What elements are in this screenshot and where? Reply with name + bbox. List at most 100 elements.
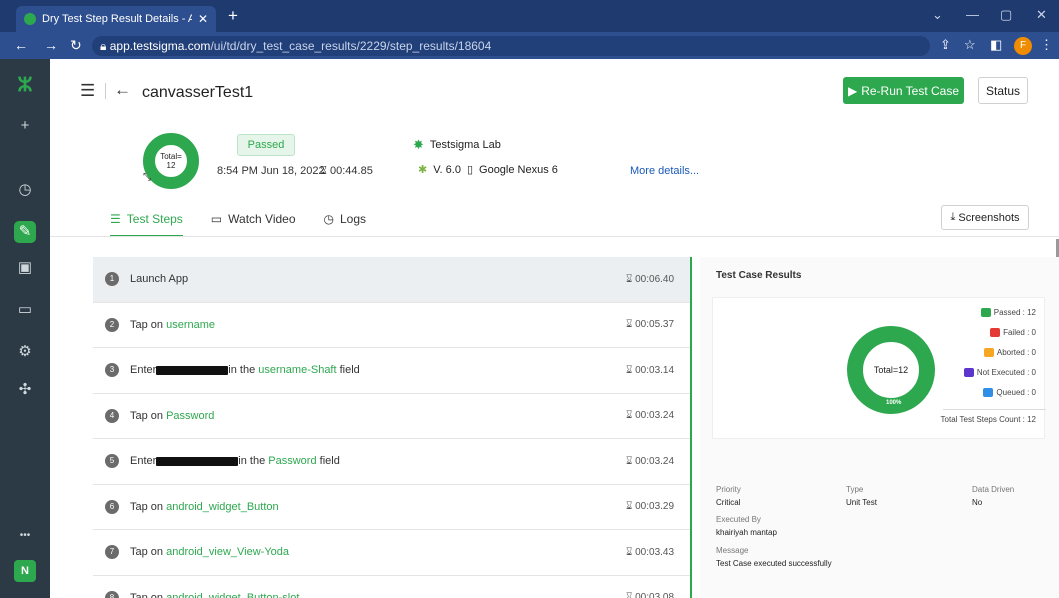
step-element-link[interactable]: username-Shaft	[258, 364, 336, 376]
step-number: 6	[105, 499, 119, 514]
url-input[interactable]: 🔒︎ app.testsigma.com/ui/td/dry_test_case…	[92, 36, 930, 56]
testsigma-logo-icon[interactable]: ⵣ	[14, 75, 36, 97]
legend-swatch	[990, 328, 1001, 337]
passed-percent-label: 100%	[886, 400, 902, 406]
window-close-icon[interactable]: ✕	[1036, 7, 1047, 23]
executed-by-value: khairiyah mantap	[716, 528, 777, 537]
add-icon[interactable]: +	[14, 115, 36, 137]
more-icon[interactable]: •••	[14, 525, 36, 547]
legend-item: Aborted : 0	[983, 348, 1036, 357]
step-action: Tap on	[130, 500, 164, 513]
close-tab-icon[interactable]: ✕	[198, 12, 208, 26]
user-avatar[interactable]: N	[14, 560, 36, 582]
total-steps-count: Total Test Steps Count : 12	[940, 415, 1036, 424]
device-info: ✱ V. 6.0 ▯ Google Nexus 6	[418, 163, 558, 177]
results-panel: Test Case Results Total=12 100% Passed :…	[700, 257, 1059, 598]
step-element-link[interactable]: android_widget_Button-slot	[166, 592, 299, 598]
new-tab-button[interactable]: +	[228, 6, 238, 26]
result-status-badge: Passed	[237, 134, 295, 156]
device-name: Google Nexus 6	[479, 163, 558, 176]
browser-menu-icon[interactable]: ⋮	[1040, 37, 1053, 53]
tab-search-icon[interactable]: ⌄	[932, 7, 943, 23]
step-action: Launch App	[130, 273, 189, 286]
legend-swatch	[983, 348, 994, 357]
hourglass-icon: ⌛︎	[320, 165, 331, 177]
test-step-row[interactable]: 8 Tap on android_widget_Button-slot ⌛︎ 00:…	[93, 576, 690, 598]
step-element-link[interactable]: username	[166, 319, 215, 331]
tab-watch-video-label: Watch Video	[228, 212, 296, 226]
test-step-row[interactable]: 3 Enter in the username-Shaft field ⌛︎ 00:0…	[93, 348, 690, 394]
step-duration: ⌛︎ 00:05.37	[626, 319, 674, 330]
tab-test-steps[interactable]: ☰ Test Steps	[110, 199, 183, 237]
step-duration-value: 00:03.24	[635, 410, 675, 422]
puzzle-icon[interactable]: ✣	[14, 379, 36, 401]
execution-lab: ✸ Testsigma Lab	[413, 137, 501, 153]
legend-item: Not Executed : 0	[963, 368, 1036, 377]
back-arrow-icon[interactable]: ←	[14, 37, 28, 53]
tab-test-steps-label: Test Steps	[126, 212, 183, 226]
tab-watch-video[interactable]: ▭ Watch Video	[211, 199, 296, 237]
step-duration: ⌛︎ 00:03.14	[626, 365, 674, 376]
restore-icon[interactable]: ▢	[1000, 7, 1012, 23]
step-element-link[interactable]: android_widget_Button	[166, 501, 279, 513]
legend-label: Aborted : 0	[996, 348, 1036, 357]
legend-swatch	[963, 368, 974, 377]
step-element-link[interactable]: Password	[166, 410, 214, 422]
browser-tab[interactable]: Dry Test Step Result Details - AI F ✕	[16, 6, 216, 32]
test-development-icon[interactable]: ✎	[14, 221, 36, 243]
reload-icon[interactable]: ↻	[70, 37, 82, 54]
side-panel-icon[interactable]: ◧	[990, 37, 1002, 53]
status-button[interactable]: Status	[978, 77, 1028, 104]
test-step-row[interactable]: 7 Tap on android_view_View-Yoda ⌛︎ 00:03.4…	[93, 530, 690, 576]
rerun-label: Re-Run Test Case	[861, 83, 960, 98]
forward-arrow-icon[interactable]: →	[44, 37, 58, 53]
share-icon[interactable]: ⇪	[940, 37, 951, 53]
step-number: 5	[105, 454, 119, 469]
briefcase-icon[interactable]: ▣	[14, 257, 36, 279]
play-icon: ▶	[847, 83, 858, 98]
screenshots-button[interactable]: ⤓ Screenshots	[941, 205, 1029, 230]
test-steps-list: 1 Launch App ⌛︎ 00:06.40 2 Tap on username ⌛︎…	[93, 257, 692, 598]
step-action: Tap on	[130, 318, 164, 331]
step-element-link[interactable]: android_view_View-Yoda	[166, 546, 289, 558]
profile-avatar[interactable]: F	[1014, 37, 1032, 55]
more-details-link[interactable]: More details...	[630, 165, 699, 177]
test-step-row[interactable]: 4 Tap on Password ⌛︎ 00:03.24	[93, 394, 690, 439]
dashboard-icon[interactable]: ◷	[14, 179, 36, 201]
step-duration: ⌛︎ 00:03.29	[626, 501, 674, 512]
results-title: Test Case Results	[716, 270, 802, 281]
step-element-link[interactable]: Password	[268, 455, 316, 467]
monitor-icon[interactable]: ▭	[14, 299, 36, 321]
step-duration-value: 00:03.29	[635, 501, 675, 513]
step-duration-value: 00:06.40	[635, 273, 675, 285]
url-host: app.testsigma.com	[109, 39, 211, 53]
executed-by-label: Executed By	[716, 515, 761, 524]
priority-label: Priority	[716, 485, 741, 494]
hamburger-menu-icon[interactable]: ☰	[80, 81, 95, 101]
os-version: V. 6.0	[433, 163, 461, 176]
test-step-row[interactable]: 1 Launch App ⌛︎ 00:06.40	[93, 257, 690, 303]
result-tabs: ☰ Test Steps ▭ Watch Video ◷ Logs	[110, 199, 366, 237]
step-action: Tap on	[130, 546, 164, 559]
step-duration-value: 00:03.43	[635, 546, 675, 558]
hourglass-icon: ⌛︎	[626, 364, 636, 376]
step-action: Tap on	[130, 409, 164, 422]
legend-item: Passed : 12	[980, 308, 1036, 317]
screenshots-label: Screenshots	[958, 211, 1020, 224]
test-step-row[interactable]: 2 Tap on username ⌛︎ 00:05.37	[93, 303, 690, 348]
android-icon: ✱	[418, 164, 428, 176]
minimize-icon[interactable]: —	[966, 7, 979, 22]
test-step-row[interactable]: 5 Enter in the Password field ⌛︎ 00:03.24	[93, 439, 690, 485]
tab-logs[interactable]: ◷ Logs	[324, 199, 367, 237]
back-arrow-icon[interactable]: ←	[114, 80, 131, 100]
step-text: field	[319, 455, 340, 468]
hourglass-icon: ⌛︎	[626, 592, 636, 598]
url-path: /ui/td/dry_test_case_results/2229/step_r…	[210, 39, 492, 53]
run-duration: ⌛︎ 00:44.85	[320, 165, 373, 178]
test-step-row[interactable]: 6 Tap on android_widget_Button ⌛︎ 00:03.29	[93, 485, 690, 530]
bookmark-star-icon[interactable]: ☆	[964, 37, 976, 53]
expand-icon[interactable]: ⤡	[143, 172, 151, 183]
summary-donut: Total= 12	[143, 133, 199, 189]
rerun-test-case-button[interactable]: ▶ Re-Run Test Case	[843, 77, 964, 104]
settings-icon[interactable]: ⚙	[14, 341, 36, 363]
